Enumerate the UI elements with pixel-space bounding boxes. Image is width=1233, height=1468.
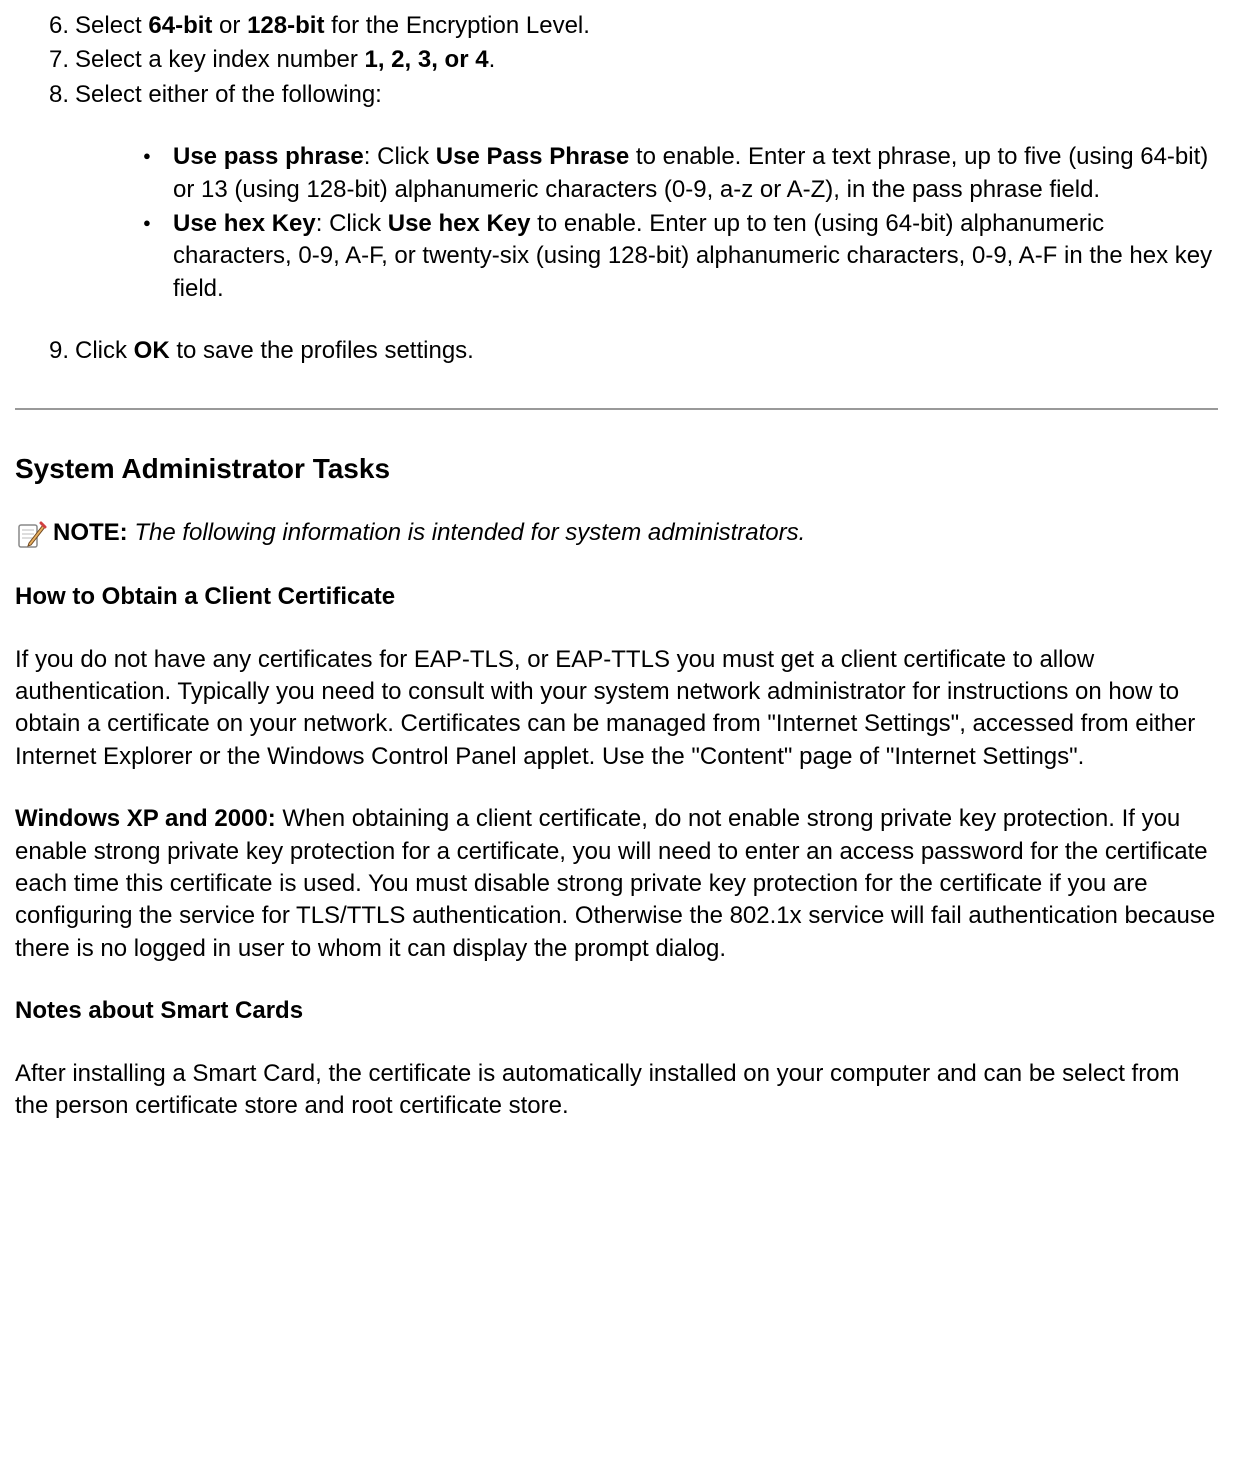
numbered-list: 6. Select 64-bit or 128-bit for the Encr… [15, 10, 1218, 368]
list-number: 7. [35, 44, 69, 76]
list-item: 8. Select either of the following: Use p… [57, 79, 1218, 305]
list-text: Select either of the following: [75, 81, 382, 108]
paragraph: Windows XP and 2000: When obtaining a cl… [15, 803, 1218, 965]
list-number: 8. [35, 79, 69, 111]
paragraph: After installing a Smart Card, the certi… [15, 1058, 1218, 1123]
list-text: Use hex Key: Click Use hex Key to enable… [173, 210, 1212, 302]
note-text: NOTE: The following information is inten… [53, 517, 805, 549]
list-item: Use hex Key: Click Use hex Key to enable… [165, 208, 1218, 305]
bulleted-list: Use pass phrase: Click Use Pass Phrase t… [75, 141, 1218, 305]
note-icon [15, 519, 47, 551]
note-block: NOTE: The following information is inten… [15, 517, 1218, 551]
list-text: Click OK to save the profiles settings. [75, 337, 474, 364]
list-text: Select a key index number 1, 2, 3, or 4. [75, 46, 495, 73]
list-number: 9. [35, 335, 69, 367]
list-text: Use pass phrase: Click Use Pass Phrase t… [173, 143, 1208, 202]
paragraph: If you do not have any certificates for … [15, 644, 1218, 774]
list-text: Select 64-bit or 128-bit for the Encrypt… [75, 12, 590, 39]
subheading: How to Obtain a Client Certificate [15, 581, 1218, 613]
list-item: Use pass phrase: Click Use Pass Phrase t… [165, 141, 1218, 206]
subheading: Notes about Smart Cards [15, 995, 1218, 1027]
divider [15, 408, 1218, 410]
list-number: 6. [35, 10, 69, 42]
list-item: 6. Select 64-bit or 128-bit for the Encr… [57, 10, 1218, 42]
list-item: 9. Click OK to save the profiles setting… [57, 335, 1218, 367]
list-item: 7. Select a key index number 1, 2, 3, or… [57, 44, 1218, 76]
section-heading: System Administrator Tasks [15, 450, 1218, 488]
